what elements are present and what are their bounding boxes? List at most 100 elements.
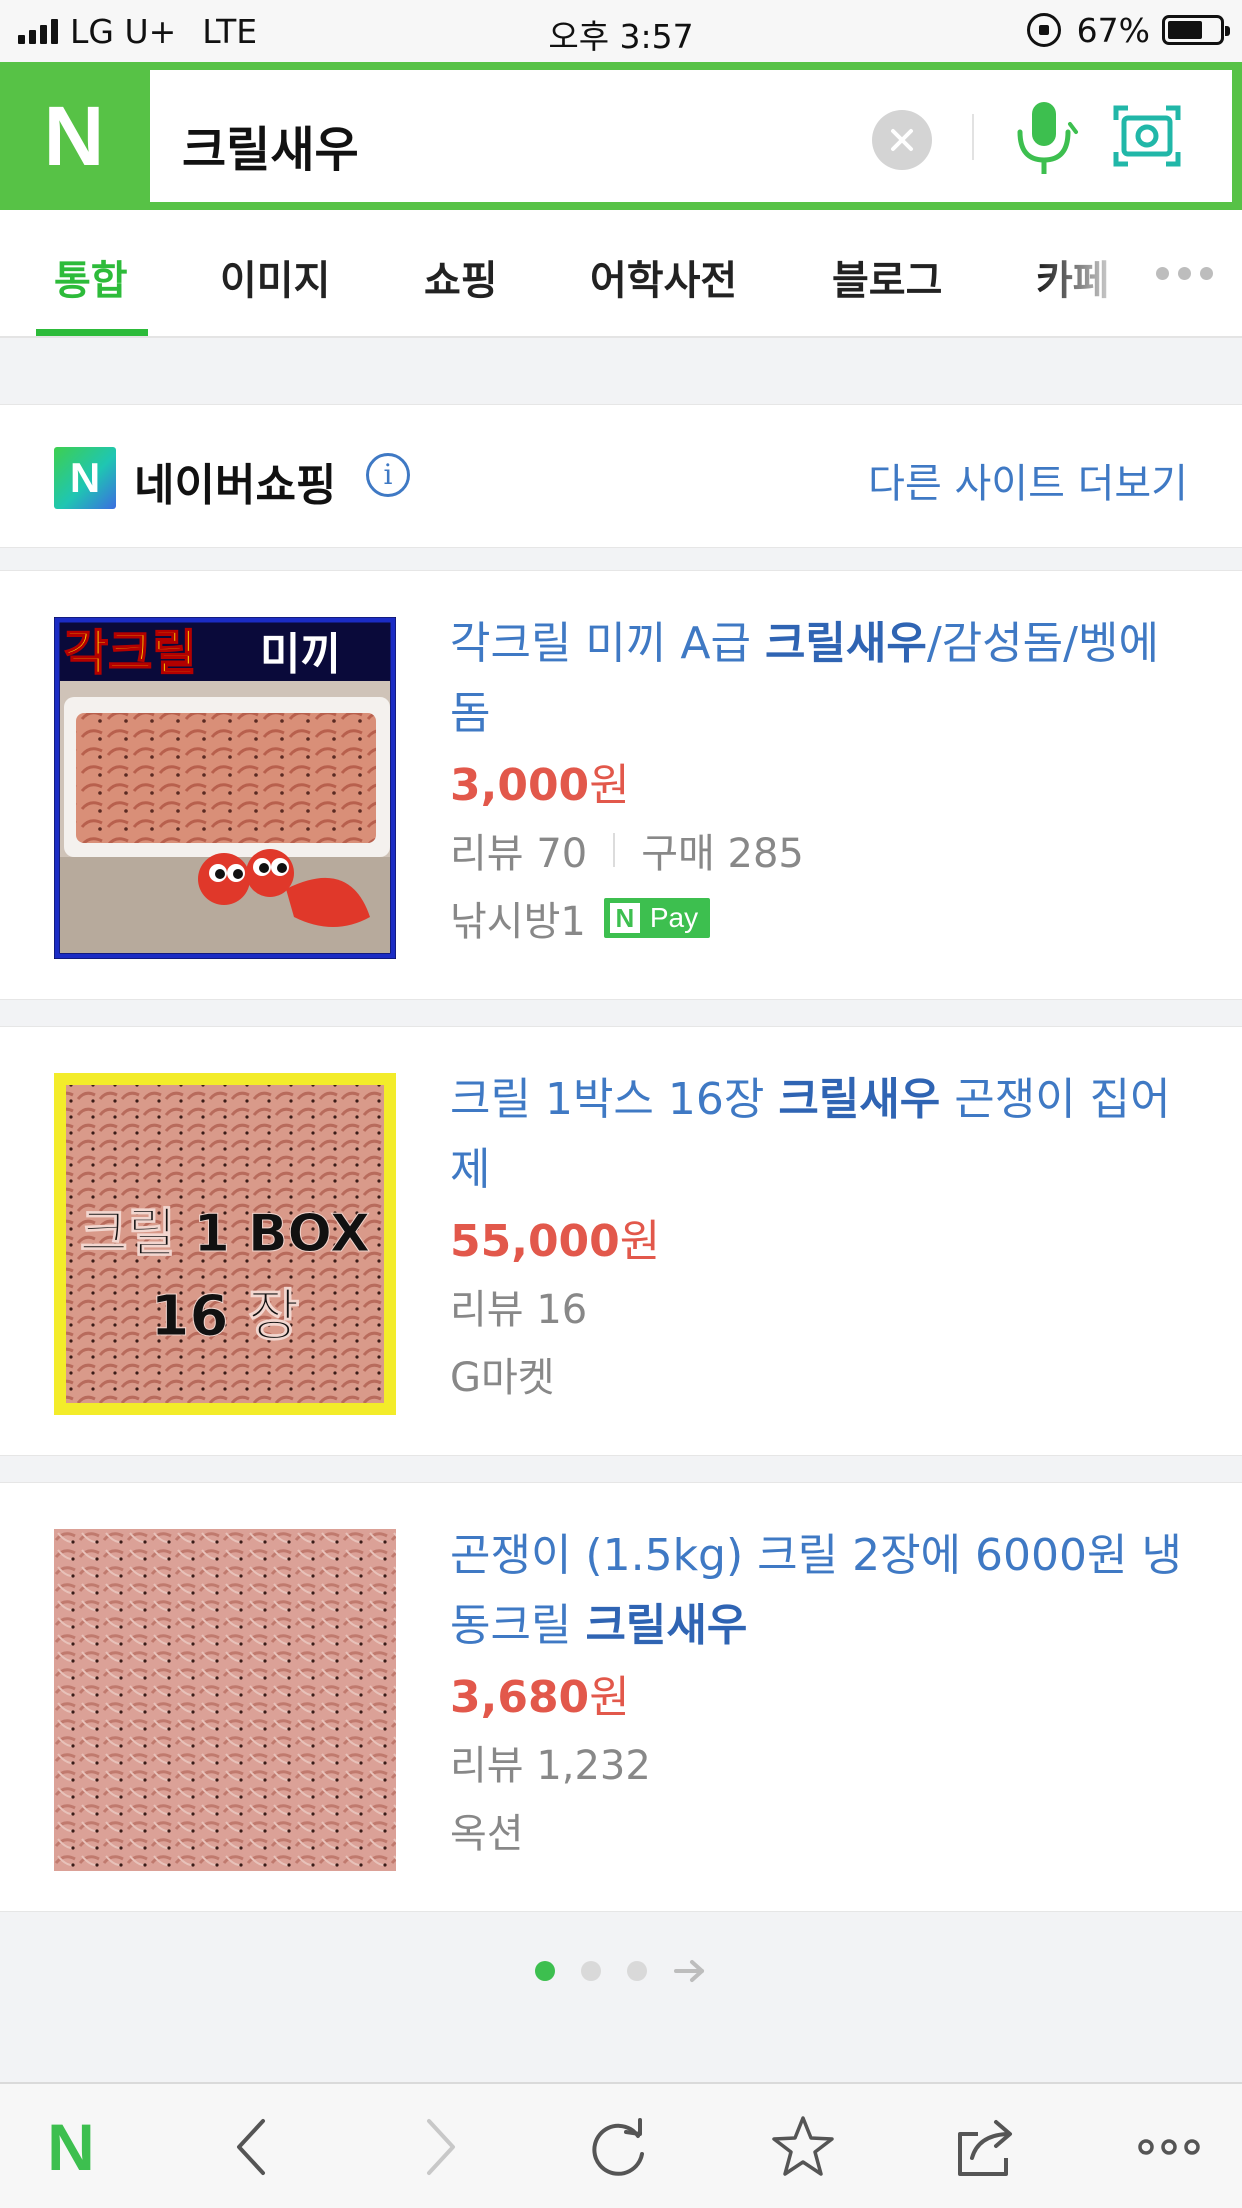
- product-title-link[interactable]: 크릴 1박스 16장 크릴새우 곤쟁이 집어제: [450, 1065, 1190, 1205]
- product-image[interactable]: 각크릴 미끼: [54, 617, 396, 959]
- battery-level: [1168, 21, 1202, 39]
- search-header: N 크릴새우: [0, 62, 1242, 210]
- product-stats: 리뷰 70 구매 285: [450, 821, 804, 879]
- product-title-link[interactable]: 곤쟁이 (1.5kg) 크릴 2장에 6000원 냉동크릴 크릴새우: [450, 1521, 1190, 1661]
- bookmark-button[interactable]: [768, 2114, 838, 2180]
- npay-logo: N: [609, 903, 640, 933]
- tab-images[interactable]: 이미지: [220, 248, 330, 306]
- krill-box-photo: 크릴 1 BOX 16 장: [54, 1073, 396, 1415]
- seller-name: 옥션: [450, 1811, 524, 1857]
- review-count: 리뷰 1,232: [450, 1743, 651, 1789]
- meta-separator: [613, 833, 616, 867]
- more-sites-link[interactable]: 다른 사이트 더보기: [868, 451, 1188, 509]
- image-caption: 각크릴: [64, 625, 196, 681]
- tab-integrated[interactable]: 통합: [54, 248, 128, 306]
- npay-text: Pay: [649, 902, 699, 933]
- product-title-text: 크릴 1박스 16장: [450, 1074, 779, 1125]
- tab-dictionary[interactable]: 어학사전: [590, 248, 737, 306]
- price-unit: 원: [619, 1216, 661, 1267]
- product-card[interactable]: 각크릴 미끼 각크릴 미끼 A급 크릴새우/감성돔/벵에돔 3,000원 리뷰 …: [0, 570, 1242, 1000]
- info-icon[interactable]: i: [366, 453, 410, 497]
- krill-bait-photo: 각크릴 미끼: [54, 617, 396, 959]
- search-box[interactable]: 크릴새우: [150, 70, 1232, 202]
- carousel-pagination: [0, 1916, 1242, 2026]
- product-title-highlight: 크릴새우: [585, 1600, 748, 1651]
- price-value: 3,000: [450, 760, 590, 811]
- status-right: 67%: [1026, 10, 1230, 50]
- browser-toolbar: N: [0, 2082, 1242, 2208]
- image-caption: 16 장: [151, 1284, 300, 1349]
- bookmark-star-icon: [772, 2116, 834, 2176]
- voice-search-button[interactable]: [1008, 98, 1080, 178]
- battery-percent: 67%: [1076, 10, 1150, 50]
- product-stats: 리뷰 1,232: [450, 1733, 651, 1791]
- close-icon: [891, 129, 913, 151]
- rotation-lock-icon: [1026, 13, 1061, 47]
- camera-search-icon: [1113, 105, 1181, 167]
- product-title-highlight: 크릴새우: [764, 618, 927, 669]
- npay-badge: N Pay: [603, 898, 711, 938]
- more-icon: [1138, 2139, 1200, 2155]
- seller-name: G마켓: [450, 1355, 555, 1401]
- status-bar: LG U+ LTE 오후 3:57 67%: [0, 0, 1242, 62]
- product-seller: 옥션: [450, 1801, 524, 1859]
- lens-search-button[interactable]: [1112, 102, 1182, 170]
- more-dot-icon: [1199, 266, 1213, 280]
- active-tab-indicator: [36, 329, 148, 336]
- price-value: 55,000: [450, 1216, 620, 1267]
- review-count: 리뷰 16: [450, 1287, 588, 1333]
- more-button[interactable]: [1134, 2114, 1204, 2180]
- product-title-text: 곤쟁이 (1.5kg) 크릴 2장에 6000원 냉동크릴: [450, 1530, 1182, 1651]
- share-button[interactable]: [950, 2114, 1020, 2180]
- review-count: 리뷰 70: [450, 831, 588, 877]
- tab-more-button[interactable]: [1126, 210, 1242, 336]
- refresh-button[interactable]: [584, 2114, 654, 2180]
- share-icon: [958, 2120, 1012, 2176]
- page-dot-1[interactable]: [535, 1961, 555, 1981]
- price-value: 3,680: [450, 1672, 590, 1723]
- naver-shopping-logo: N: [54, 447, 116, 509]
- search-divider: [972, 114, 974, 160]
- back-button[interactable]: [216, 2114, 286, 2180]
- search-input[interactable]: 크릴새우: [182, 110, 359, 180]
- frozen-krill-photo: [54, 1529, 396, 1871]
- product-card[interactable]: 크릴 1 BOX 16 장 크릴 1박스 16장 크릴새우 곤쟁이 집어제 55…: [0, 1026, 1242, 1456]
- product-card[interactable]: 곤쟁이 (1.5kg) 크릴 2장에 6000원 냉동크릴 크릴새우 3,680…: [0, 1482, 1242, 1912]
- search-tab-bar: 통합 이미지 쇼핑 어학사전 블로그 카페: [0, 210, 1242, 338]
- naver-logo[interactable]: N: [0, 62, 148, 210]
- product-image[interactable]: [54, 1529, 396, 1871]
- product-price: 3,680원: [450, 1661, 630, 1725]
- clear-search-button[interactable]: [872, 110, 932, 170]
- more-dot-icon: [1155, 266, 1169, 280]
- tab-blog[interactable]: 블로그: [832, 248, 942, 306]
- product-seller: G마켓: [450, 1345, 555, 1403]
- image-caption: 크릴 1 BOX: [80, 1204, 370, 1264]
- product-title-link[interactable]: 각크릴 미끼 A급 크릴새우/감성돔/벵에돔: [450, 609, 1190, 749]
- seller-name: 낚시방1: [450, 899, 586, 945]
- refresh-icon: [592, 2118, 644, 2176]
- purchase-count: 구매 285: [641, 831, 804, 877]
- product-title-highlight: 크릴새우: [778, 1074, 941, 1125]
- arrow-right-icon[interactable]: [673, 1959, 707, 1983]
- tab-shopping[interactable]: 쇼핑: [424, 248, 498, 306]
- page-dot-3[interactable]: [627, 1961, 647, 1981]
- page-dot-2[interactable]: [581, 1961, 601, 1981]
- price-unit: 원: [589, 760, 630, 811]
- product-price: 55,000원: [450, 1205, 660, 1269]
- microphone-icon: [1017, 102, 1078, 174]
- back-icon: [237, 2119, 265, 2175]
- product-price: 3,000원: [450, 749, 630, 813]
- forward-icon: [427, 2119, 455, 2175]
- image-caption: 미끼: [260, 629, 341, 680]
- naver-home-button[interactable]: N: [36, 2110, 106, 2184]
- product-title-text: 각크릴 미끼 A급: [450, 618, 765, 669]
- product-seller: 낚시방1 N Pay: [450, 889, 711, 947]
- tab-fade: [1040, 210, 1130, 336]
- price-unit: 원: [589, 1672, 630, 1723]
- naver-shopping-header: N 네이버쇼핑 i 다른 사이트 더보기: [0, 404, 1242, 548]
- product-image[interactable]: 크릴 1 BOX 16 장: [54, 1073, 396, 1415]
- product-stats: 리뷰 16: [450, 1277, 587, 1335]
- section-title[interactable]: 네이버쇼핑: [134, 449, 336, 513]
- forward-button[interactable]: [406, 2114, 476, 2180]
- battery-icon: [1162, 15, 1230, 45]
